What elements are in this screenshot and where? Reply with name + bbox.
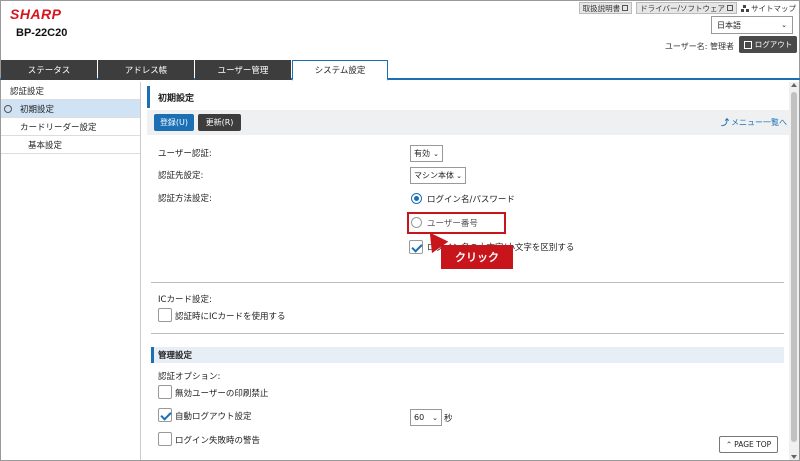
save-button[interactable]: 登録(U) <box>154 114 194 131</box>
main-content: 初期設定 登録(U) 更新(R) ⤴ メニュー一覧へ ユーザー認証: 有効 ⌄ … <box>147 82 790 460</box>
sidebar: 認証設定 初期設定 カードリーダー設定 基本設定 <box>1 82 141 460</box>
disable-print-checkbox[interactable] <box>158 385 172 399</box>
page-top-button[interactable]: ⌃ PAGE TOP <box>719 436 778 453</box>
scroll-up-icon[interactable] <box>791 83 797 87</box>
language-value: 日本語 <box>717 20 741 30</box>
sitemap-icon <box>741 4 749 12</box>
sidebar-item-auth-settings[interactable]: 認証設定 <box>1 82 140 100</box>
click-callout: クリック <box>441 245 513 269</box>
logout-label: ログアウト <box>754 40 793 49</box>
seconds-label: 秒 <box>444 414 453 424</box>
auth-dest-label: 認証先設定: <box>158 171 204 181</box>
user-auth-select[interactable]: 有効 ⌄ <box>410 145 443 162</box>
popup-icon <box>622 5 629 11</box>
tab-address-book[interactable]: アドレス帳 <box>98 60 194 80</box>
top-links: 取扱説明書 ドライバー/ソフトウェア サイトマップ <box>578 2 796 14</box>
logout-button[interactable]: ログアウト <box>739 36 797 53</box>
language-select[interactable]: 日本語 ⌄ <box>711 16 793 34</box>
auto-logout-checkbox[interactable] <box>158 408 172 422</box>
chevron-down-icon: ⌄ <box>781 21 787 29</box>
scroll-thumb[interactable] <box>791 92 797 442</box>
sitemap-link[interactable]: サイトマップ <box>741 3 796 14</box>
menu-list-label: メニュー一覧へ <box>731 118 787 127</box>
auth-method-label: 認証方法設定: <box>158 194 212 204</box>
auto-logout-select[interactable]: 60 ⌄ <box>410 409 442 426</box>
action-toolbar: 登録(U) 更新(R) ⤴ メニュー一覧へ <box>147 110 790 135</box>
sidebar-item-initial-settings[interactable]: 初期設定 <box>1 100 140 118</box>
popup-icon <box>727 5 733 11</box>
scrollbar[interactable] <box>789 82 799 460</box>
menu-list-link[interactable]: ⤴ メニュー一覧へ <box>721 117 787 128</box>
login-fail-label: ログイン失敗時の警告 <box>175 436 261 446</box>
radio-login-password[interactable] <box>411 193 422 204</box>
sidebar-item-label: 初期設定 <box>20 104 55 115</box>
auth-dest-value: マシン本体 <box>414 171 454 180</box>
case-sensitive-checkbox[interactable] <box>409 240 423 254</box>
tab-system-settings[interactable]: システム設定 <box>292 60 388 81</box>
manual-link[interactable]: 取扱説明書 <box>578 2 633 14</box>
sidebar-item-card-reader[interactable]: カードリーダー設定 <box>1 118 140 136</box>
radio-login-password-label: ログイン名/パスワード <box>427 195 515 205</box>
chevron-down-icon: ⌄ <box>433 149 439 158</box>
driver-link-label: ドライバー/ソフトウェア <box>640 3 725 13</box>
main-tab-bar: ステータス アドレス帳 ユーザー管理 システム設定 <box>0 60 800 81</box>
ic-card-checkbox[interactable] <box>158 308 172 322</box>
current-page-icon <box>4 104 12 113</box>
highlight-box <box>407 212 506 234</box>
auth-dest-select[interactable]: マシン本体 ⌄ <box>410 167 466 184</box>
ic-card-label: ICカード設定: <box>158 295 212 305</box>
sidebar-item-basic-settings[interactable]: 基本設定 <box>1 136 140 154</box>
scroll-down-icon[interactable] <box>791 455 797 459</box>
auth-options-label: 認証オプション: <box>158 372 221 382</box>
back-arrow-icon: ⤴ <box>721 118 729 127</box>
model-name: BP-22C20 <box>16 27 68 39</box>
user-auth-label: ユーザー認証: <box>158 149 212 159</box>
sitemap-label: サイトマップ <box>751 3 796 13</box>
admin-section-header: 管理設定 <box>151 347 784 363</box>
page-top-label: PAGE TOP <box>734 440 772 449</box>
auto-logout-value: 60 <box>414 413 425 422</box>
chevron-up-icon: ⌃ <box>725 440 733 449</box>
refresh-button[interactable]: 更新(R) <box>198 114 241 131</box>
login-fail-checkbox[interactable] <box>158 432 172 446</box>
manual-link-label: 取扱説明書 <box>582 3 621 13</box>
divider <box>151 333 784 334</box>
auto-logout-label: 自動ログアウト設定 <box>175 412 252 422</box>
user-auth-value: 有効 <box>414 149 430 158</box>
driver-link[interactable]: ドライバー/ソフトウェア <box>636 2 737 14</box>
chevron-down-icon: ⌄ <box>456 171 462 180</box>
logout-icon <box>743 40 752 49</box>
sharp-logo: SHARP <box>10 6 62 22</box>
ic-card-check-label: 認証時にICカードを使用する <box>175 312 286 322</box>
divider <box>151 282 784 283</box>
page-title: 初期設定 <box>147 86 790 108</box>
disable-print-label: 無効ユーザーの印刷禁止 <box>175 389 269 399</box>
tab-status[interactable]: ステータス <box>1 60 97 80</box>
tab-user-management[interactable]: ユーザー管理 <box>195 60 291 80</box>
chevron-down-icon: ⌄ <box>432 413 438 422</box>
username-display: ユーザー名: 管理者 <box>664 42 734 51</box>
